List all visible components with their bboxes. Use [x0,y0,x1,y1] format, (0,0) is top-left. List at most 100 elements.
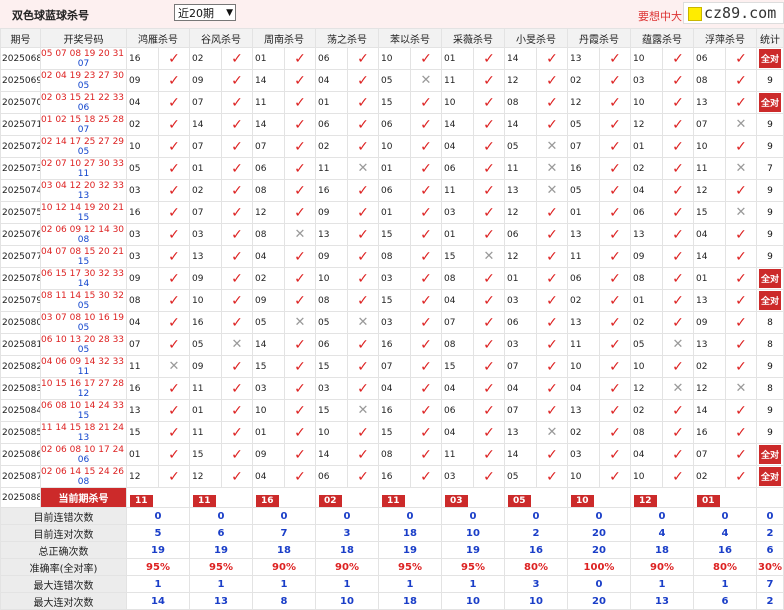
kill-number: 08 [126,289,159,312]
result-mark: ✓ [284,47,316,70]
kill-number: 12 [567,91,600,114]
kill-number: 02 [315,135,348,158]
table-row: 2025079 08 11 14 15 30 32 +05 08 ✓ 10 ✓ 09 ✓ 08 ✓… [0,289,784,312]
result-mark: ✓ [347,245,379,268]
correct-count: 8 [767,317,773,328]
check-icon: ✓ [231,248,243,265]
result-mark: ✓ [158,267,190,290]
result-mark: ✓ [599,443,631,466]
site-logo[interactable]: cz89.com [683,2,784,24]
promo-link[interactable]: 要想中大 [638,8,682,24]
result-mark: ✓ [599,113,631,136]
cross-icon: ✕ [735,161,747,176]
all-correct-badge: 全对 [758,49,781,68]
check-icon: ✓ [672,468,684,485]
stats-value: 7 [252,524,316,542]
logo-text: cz89.com [704,4,777,22]
red-balls: 03 07 08 10 16 19 + [41,312,127,323]
check-icon: ✓ [231,270,243,287]
result-mark: ✓ [662,245,694,268]
cross-icon: ✕ [357,315,369,330]
stats-label: 最大连错次数 [0,575,127,593]
kill-number: 15 [441,355,474,378]
result-mark: ✓ [599,135,631,158]
kill-number: 16 [378,333,411,356]
draw-numbers-cell: 06 15 17 30 32 33 +14 [40,267,127,290]
check-icon: ✓ [735,138,747,155]
check-icon: ✓ [609,50,621,67]
kill-number: 05 [504,465,537,488]
result-mark: ✓ [662,179,694,202]
kill-number: 03 [252,377,285,400]
stats-value: 1 [693,575,757,593]
correct-count: 8 [767,383,773,394]
check-icon: ✓ [483,292,495,309]
result-mark: ✕ [662,333,694,356]
result-mark: ✕ [284,223,316,246]
kill-number: 01 [315,91,348,114]
kill-number: 01 [630,135,663,158]
period-cell: 2025087 [0,465,41,488]
kill-number: 07 [189,201,222,224]
red-balls: 02 04 19 23 27 30 + [41,70,127,81]
stat-cell: 9 [756,421,784,444]
stats-row: 最大连错次数 1 1 1 1 1 1 3 0 1 1 7 [0,575,784,593]
stats-value: 1 [252,575,316,593]
period-cell: 2025073 [0,157,41,180]
check-icon: ✓ [168,424,180,441]
check-icon: ✓ [672,160,684,177]
result-mark: ✓ [284,377,316,400]
kill-number: 09 [693,311,726,334]
check-icon: ✓ [609,336,621,353]
result-mark: ✓ [473,91,505,114]
result-mark: ✓ [158,443,190,466]
check-icon: ✓ [609,248,621,265]
check-icon: ✓ [420,358,432,375]
result-mark: ✓ [410,333,442,356]
result-mark: ✓ [347,69,379,92]
kill-number: 01 [252,47,285,70]
blue-ball: 05 [77,80,90,91]
check-icon: ✓ [546,314,558,331]
check-icon: ✓ [483,204,495,221]
check-icon: ✓ [168,94,180,111]
kill-number: 11 [126,355,159,378]
result-mark: ✓ [221,47,253,70]
cross-icon: ✕ [735,117,747,132]
table-row: 2025077 04 07 08 15 20 21 +15 03 ✓ 13 ✓ 04 ✓ 09 ✓… [0,245,784,268]
stats-value: 0 [504,507,568,525]
check-icon: ✓ [168,116,180,133]
column-header: 开奖号码 [40,28,127,48]
kill-number: 08 [630,421,663,444]
range-select[interactable]: 近20期 ▼ [174,4,236,21]
result-mark: ✓ [725,289,757,312]
check-icon: ✓ [231,358,243,375]
result-mark: ✓ [284,201,316,224]
check-icon: ✓ [609,380,621,397]
result-mark: ✓ [347,179,379,202]
kill-number: 11 [189,377,222,400]
result-mark: ✓ [662,91,694,114]
check-icon: ✓ [168,72,180,89]
stats-value: 2 [504,524,568,542]
stats-value: 6 [189,524,253,542]
check-icon: ✓ [735,468,747,485]
stats-value: 95% [378,558,442,576]
cross-icon: ✕ [672,337,684,352]
cross-icon: ✕ [168,359,180,374]
red-balls: 01 02 15 18 25 28 + [41,114,127,125]
check-icon: ✓ [357,270,369,287]
check-icon: ✓ [609,358,621,375]
result-mark: ✕ [536,179,568,202]
result-mark: ✓ [410,443,442,466]
kill-number: 16 [567,157,600,180]
result-mark: ✕ [347,157,379,180]
red-balls: 02 14 17 25 27 29 + [41,136,127,147]
check-icon: ✓ [420,138,432,155]
result-mark: ✓ [599,223,631,246]
result-mark: ✓ [410,47,442,70]
kill-number: 10 [630,355,663,378]
check-icon: ✓ [294,292,306,309]
check-icon: ✓ [546,468,558,485]
kill-number: 06 [693,47,726,70]
